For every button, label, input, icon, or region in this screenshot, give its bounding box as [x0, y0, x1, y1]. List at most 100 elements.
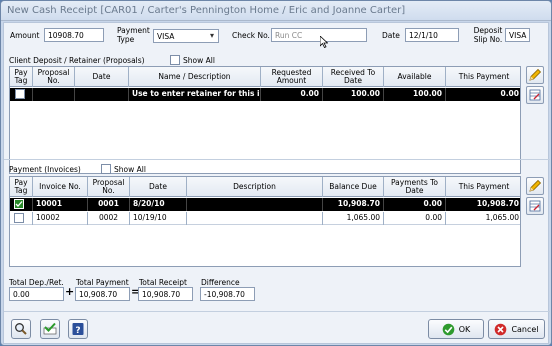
- pencil-icon: [529, 68, 542, 81]
- edit-proposal-button[interactable]: [526, 66, 544, 84]
- table-edit-icon: [529, 200, 541, 212]
- total-receipt-field: 10,908.70: [138, 287, 193, 301]
- footer-divider: [4, 311, 550, 312]
- date-label: Date: [382, 31, 400, 40]
- cancel-x-icon: [495, 323, 507, 335]
- ok-button[interactable]: OK: [428, 319, 484, 339]
- ok-label: OK: [458, 324, 471, 334]
- svg-text:?: ?: [75, 326, 80, 336]
- invoices-show-all-label: Show All: [114, 165, 146, 174]
- col-name-description[interactable]: Name / Description: [129, 67, 261, 87]
- col-this-payment[interactable]: This Payment: [446, 67, 520, 87]
- proposals-table: Pay Tag Proposal No. Date Name / Descrip…: [9, 66, 521, 174]
- cash-receipt-window: New Cash Receipt [CAR01 / Carter's Penni…: [0, 0, 552, 346]
- pencil-icon: [529, 179, 542, 192]
- invoices-table-header: Pay Tag Invoice No. Proposal No. Date De…: [10, 177, 520, 197]
- col-balance-due[interactable]: Balance Due: [323, 177, 384, 197]
- total-receipt-label: Total Receipt: [139, 278, 187, 287]
- check-no-label: Check No.: [232, 31, 270, 40]
- pay-tag-cell[interactable]: [10, 198, 33, 211]
- proposals-show-all-checkbox[interactable]: [170, 55, 180, 65]
- table-row[interactable]: 10002 0002 10/19/10 1,065.00 0.00 1,065.…: [10, 212, 520, 225]
- difference-field: -10,908.70: [200, 287, 255, 301]
- difference-label: Difference: [201, 278, 240, 287]
- col-date[interactable]: Date: [75, 67, 129, 87]
- this-payment-cell[interactable]: 1,065.00: [446, 212, 520, 225]
- this-payment-cell[interactable]: 0.00: [446, 88, 520, 101]
- col-requested-amount[interactable]: Requested Amount: [261, 67, 323, 87]
- received-cell: 100.00: [323, 88, 384, 101]
- col-date[interactable]: Date: [130, 177, 187, 197]
- table-row[interactable]: Use to enter retainer for this invoice 0…: [10, 88, 520, 101]
- table-row[interactable]: 10001 0001 8/20/10 10,908.70 0.00 10,908…: [10, 198, 520, 211]
- description-cell: [187, 198, 323, 211]
- payment-type-value: VISA: [157, 32, 175, 41]
- payments-to-date-cell: 0.00: [384, 198, 446, 211]
- proposal-no-cell: 0001: [88, 198, 130, 211]
- date-cell: [75, 88, 129, 101]
- col-pay-tag[interactable]: Pay Tag: [10, 177, 33, 197]
- pay-tag-checkbox[interactable]: [15, 89, 25, 99]
- invoices-table: Pay Tag Invoice No. Proposal No. Date De…: [9, 176, 521, 267]
- check-all-button[interactable]: [40, 319, 60, 339]
- window-title: New Cash Receipt [CAR01 / Carter's Penni…: [7, 5, 406, 16]
- col-proposal-no[interactable]: Proposal No.: [88, 177, 130, 197]
- amount-label: Amount: [10, 31, 40, 40]
- check-icon: [15, 201, 23, 207]
- proposals-table-header: Pay Tag Proposal No. Date Name / Descrip…: [10, 67, 520, 87]
- total-payment-label: Total Payment: [76, 278, 129, 287]
- table-edit-proposal-button[interactable]: [526, 86, 544, 104]
- check-no-field[interactable]: Run CC: [271, 28, 367, 42]
- payments-to-date-cell: 0.00: [384, 212, 446, 225]
- title-bar[interactable]: New Cash Receipt [CAR01 / Carter's Penni…: [1, 1, 551, 21]
- col-proposal-no[interactable]: Proposal No.: [33, 67, 75, 87]
- proposal-no-cell: 0002: [88, 212, 130, 225]
- total-payment-field: 10,908.70: [75, 287, 130, 301]
- payment-type-label: Payment Type: [117, 26, 150, 44]
- pay-tag-cell[interactable]: [10, 212, 33, 225]
- date-cell: 10/19/10: [130, 212, 187, 225]
- balance-due-cell: 1,065.00: [323, 212, 384, 225]
- cancel-label: Cancel: [511, 324, 539, 334]
- plus-sign: +: [65, 285, 75, 298]
- proposal-no-cell: [33, 88, 75, 101]
- pay-tag-checkbox[interactable]: [14, 213, 24, 223]
- total-dep-label: Total Dep./Ret.: [9, 278, 64, 287]
- mouse-cursor-icon: [320, 36, 328, 48]
- col-payments-to-date[interactable]: Payments To Date: [384, 177, 446, 197]
- date-cell: 8/20/10: [130, 198, 187, 211]
- dialog-body: Amount 10908.70 Payment Type VISA ▾ Chec…: [3, 22, 550, 344]
- pay-tag-checkbox[interactable]: [14, 199, 24, 209]
- col-this-payment[interactable]: This Payment: [446, 177, 520, 197]
- search-button[interactable]: [11, 319, 31, 339]
- deposit-slip-label: Deposit Slip No.: [473, 26, 503, 44]
- cancel-button[interactable]: Cancel: [488, 319, 545, 339]
- amount-field[interactable]: 10908.70: [44, 28, 104, 42]
- edit-invoice-button[interactable]: [526, 177, 544, 195]
- payment-type-select[interactable]: VISA ▾: [153, 29, 219, 43]
- invoices-show-all-checkbox[interactable]: [101, 164, 111, 174]
- help-icon: ?: [72, 323, 84, 336]
- ok-check-icon: [442, 323, 455, 335]
- invoices-section-label: Payment (Invoices): [9, 165, 81, 174]
- description-cell: [187, 212, 323, 225]
- name-cell: Use to enter retainer for this invoice: [129, 88, 261, 101]
- deposit-slip-field[interactable]: VISA: [505, 28, 530, 42]
- chevron-down-icon[interactable]: ▾: [206, 30, 218, 42]
- pay-tag-cell[interactable]: [10, 88, 33, 101]
- section-divider: [4, 159, 550, 160]
- date-field[interactable]: 12/1/10: [405, 28, 459, 42]
- col-description[interactable]: Description: [187, 177, 323, 197]
- col-available[interactable]: Available: [384, 67, 446, 87]
- this-payment-cell[interactable]: 10,908.70: [446, 198, 520, 211]
- help-button[interactable]: ?: [68, 319, 88, 339]
- available-cell: 100.00: [384, 88, 446, 101]
- table-edit-icon: [529, 89, 541, 101]
- col-pay-tag[interactable]: Pay Tag: [10, 67, 33, 87]
- requested-cell: 0.00: [261, 88, 323, 101]
- col-invoice-no[interactable]: Invoice No.: [33, 177, 88, 197]
- invoice-no-cell: 10001: [33, 198, 88, 211]
- col-received-to-date[interactable]: Received To Date: [323, 67, 384, 87]
- proposals-show-all-label: Show All: [183, 56, 215, 65]
- table-edit-invoice-button[interactable]: [526, 197, 544, 215]
